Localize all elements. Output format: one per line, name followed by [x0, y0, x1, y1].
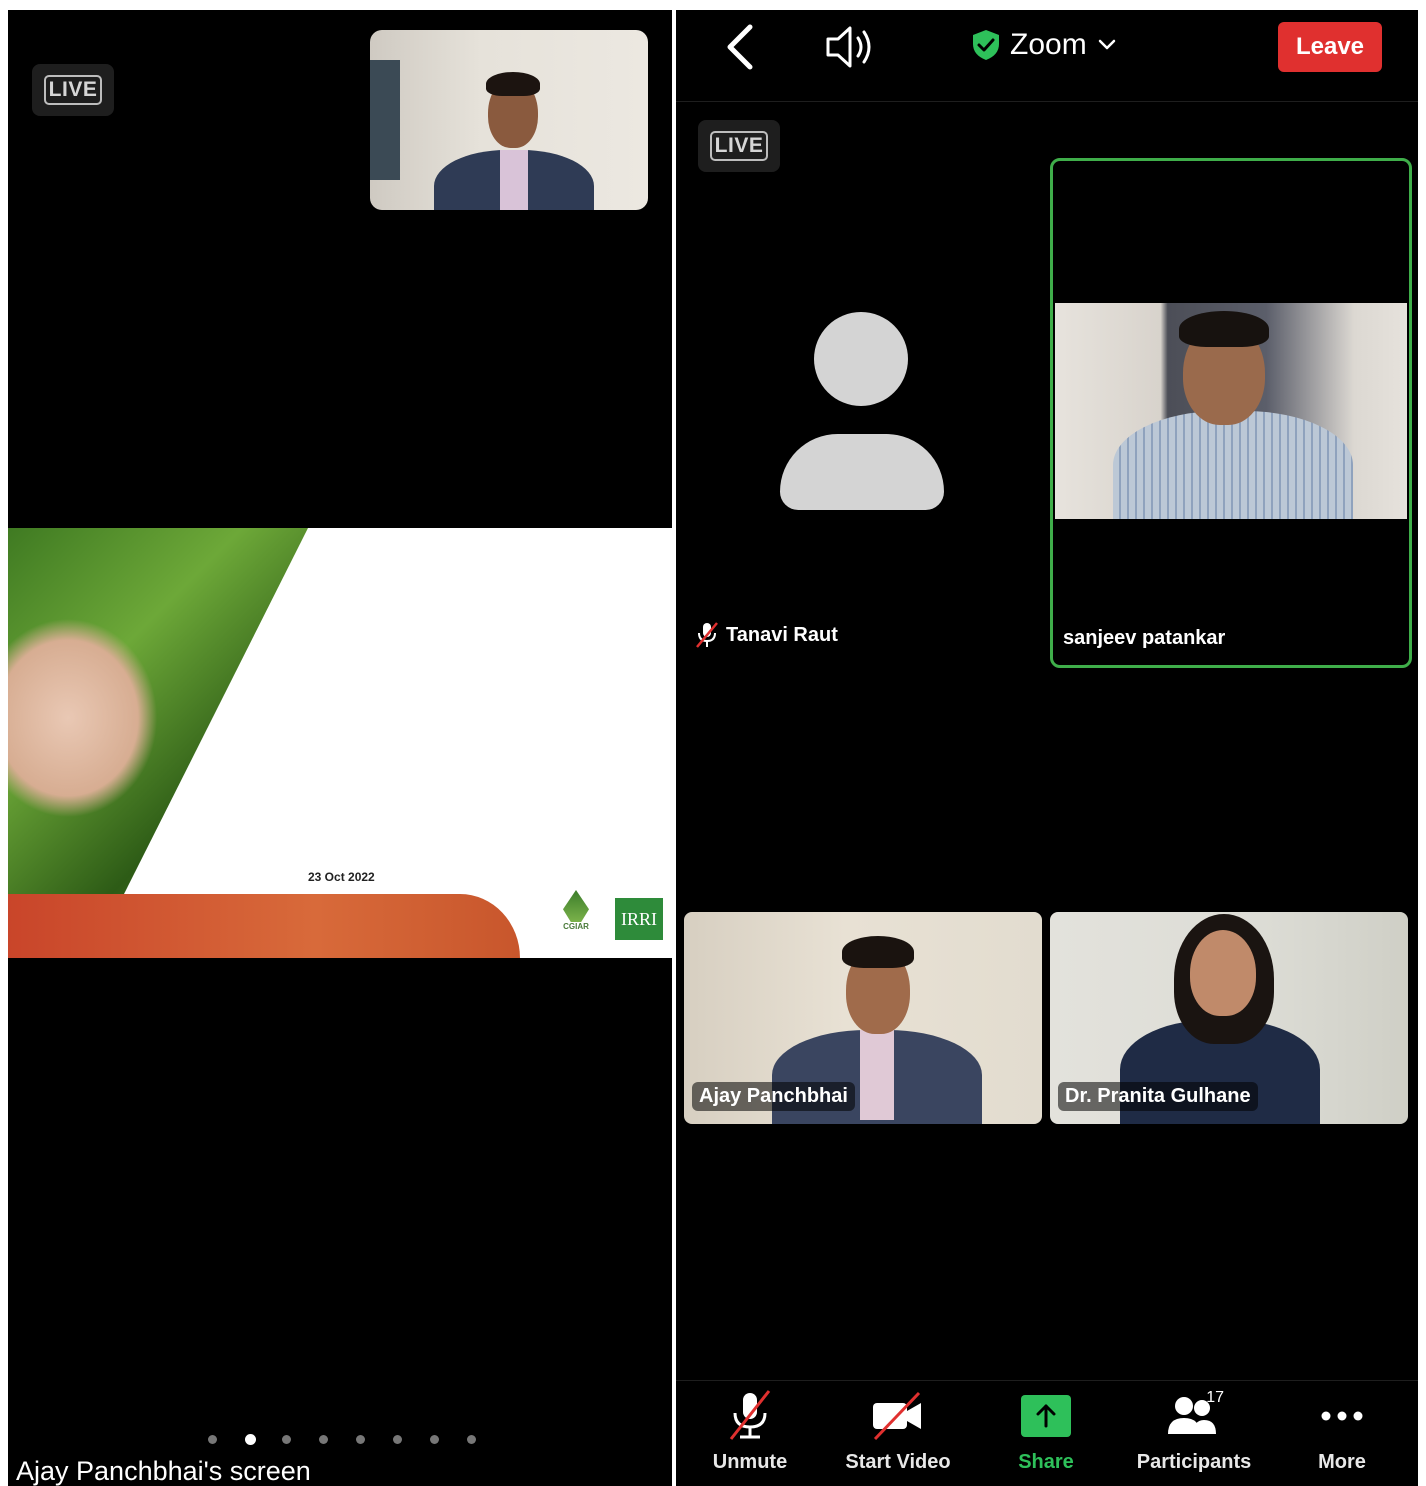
speaker-button[interactable] [824, 24, 880, 70]
share-button-icon [1014, 1389, 1078, 1443]
live-badge-text: LIVE [709, 131, 769, 161]
cgiar-logo-mark [563, 890, 589, 922]
chevron-left-icon [727, 24, 753, 70]
page-dot[interactable] [430, 1435, 439, 1444]
unmute-label: Unmute [712, 1451, 788, 1473]
participants-button[interactable]: 17 Participants [1124, 1389, 1264, 1474]
irri-logo: IRRI [615, 898, 663, 940]
shield-check-icon [973, 30, 999, 60]
muted-mic-icon [729, 1390, 771, 1440]
chevron-down-icon [1098, 39, 1115, 50]
slide-orange-banner [8, 894, 520, 958]
participant-tile-tanavi[interactable]: Tanavi Raut [684, 158, 1046, 668]
participant-name-tanavi: Tanavi Raut [694, 620, 838, 650]
shared-screen-panel[interactable]: LIVE 23 Oct 2022 CGIAR IRRI Ajay Panchbh… [8, 10, 672, 1486]
participants-count: 17 [1206, 1389, 1224, 1406]
participant-tile-ajay[interactable]: Ajay Panchbhai [684, 912, 1042, 1124]
more-button[interactable]: More [1272, 1389, 1412, 1474]
participants-button-icon: 17 [1162, 1389, 1226, 1443]
start-video-label: Start Video [845, 1451, 951, 1473]
avatar-head [814, 312, 908, 406]
participant-tile-pranita[interactable]: Dr. Pranita Gulhane [1050, 912, 1408, 1124]
page-dot[interactable] [356, 1435, 365, 1444]
person-hair [486, 72, 540, 96]
floating-video-thumbnail[interactable] [370, 30, 648, 210]
shared-screen-label: Ajay Panchbhai's screen [16, 1456, 311, 1486]
person-face [1190, 930, 1256, 1016]
live-badge-text: LIVE [43, 75, 103, 105]
muted-mic-button-icon [718, 1389, 782, 1443]
start-video-button[interactable]: Start Video [828, 1389, 968, 1474]
speaker-icon [826, 26, 871, 68]
more-dots-icon [1321, 1411, 1363, 1421]
unmute-button[interactable]: Unmute [680, 1389, 820, 1474]
avatar-body [780, 434, 944, 510]
video-off-icon [873, 1391, 921, 1441]
back-button[interactable] [722, 22, 762, 72]
slide-date: 23 Oct 2022 [308, 870, 375, 884]
participant-name-sanjeev: sanjeev patankar [1063, 627, 1226, 649]
participant-name-pranita: Dr. Pranita Gulhane [1058, 1082, 1258, 1111]
share-arrow-icon [1021, 1395, 1071, 1437]
muted-mic-icon [696, 622, 718, 648]
person-hair [842, 936, 914, 968]
person-shirt [1113, 411, 1353, 519]
speaker-video [1055, 303, 1407, 519]
page-dot[interactable] [393, 1435, 402, 1444]
person-hair [1179, 311, 1269, 347]
background-window [370, 60, 400, 180]
more-button-icon [1310, 1389, 1374, 1443]
cgiar-logo-text: CGIAR [563, 922, 589, 931]
page-dot[interactable] [282, 1435, 291, 1444]
page-dot-active[interactable] [245, 1434, 256, 1445]
share-label: Share [1018, 1451, 1074, 1473]
participant-name-ajay: Ajay Panchbhai [692, 1082, 855, 1111]
slide-hand [8, 618, 158, 818]
page-dot[interactable] [467, 1435, 476, 1444]
presentation-slide: 23 Oct 2022 CGIAR IRRI [8, 528, 672, 958]
participant-name-label: Tanavi Raut [726, 623, 838, 646]
meeting-title-dropdown[interactable]: Zoom [972, 28, 1117, 62]
live-badge: LIVE [32, 64, 114, 116]
participants-label: Participants [1136, 1451, 1252, 1473]
person-shirt [500, 150, 528, 210]
participant-tile-sanjeev[interactable]: sanjeev patankar [1050, 158, 1412, 668]
more-label: More [1318, 1451, 1366, 1473]
cgiar-logo: CGIAR [556, 890, 596, 940]
share-button[interactable]: Share [976, 1389, 1116, 1474]
leave-button[interactable]: Leave [1278, 22, 1382, 72]
meeting-title: Zoom [1010, 28, 1087, 61]
page-dot[interactable] [319, 1435, 328, 1444]
gallery-panel: Zoom Leave LIVE Tanavi Raut sanjeev pata… [676, 10, 1418, 1486]
header-divider [676, 101, 1418, 102]
person-shirt [860, 1030, 894, 1120]
video-off-button-icon [866, 1389, 930, 1443]
page-dot[interactable] [208, 1435, 217, 1444]
meeting-toolbar: Unmute Start Video Share 17 Participants… [676, 1380, 1418, 1486]
